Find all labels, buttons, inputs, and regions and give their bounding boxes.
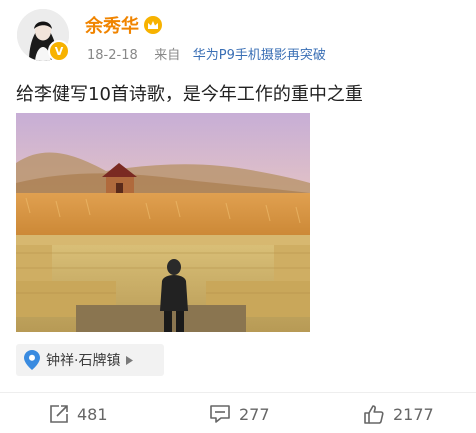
- triangle-right-icon: [126, 355, 134, 365]
- location-label: 钟祥·石牌镇: [46, 353, 121, 369]
- post-text: 给李健写10首诗歌，是今年工作的重中之重: [16, 84, 363, 105]
- like-count: 2177: [393, 404, 434, 424]
- author-name-text[interactable]: 余秀华: [85, 12, 139, 38]
- verified-badge-icon: V: [48, 40, 70, 62]
- post-image[interactable]: [16, 113, 310, 332]
- location-chip[interactable]: 钟祥·石牌镇: [16, 344, 164, 376]
- like-button[interactable]: 2177: [363, 404, 434, 424]
- from-label: 来自: [154, 48, 181, 63]
- post-date: 18-2-18: [87, 48, 138, 63]
- comment-count: 277: [239, 404, 270, 424]
- author-name[interactable]: 余秀华: [85, 12, 162, 38]
- comment-button[interactable]: 277: [209, 404, 270, 424]
- divider: [0, 392, 476, 393]
- share-icon: [50, 405, 68, 423]
- post-meta: 18-2-18 来自 华为P9手机摄影再突破: [87, 44, 326, 63]
- comment-icon: [210, 405, 230, 423]
- thumbs-up-icon: [364, 405, 384, 424]
- vip-crown-icon: [144, 16, 162, 34]
- stage-photo-icon: [16, 113, 310, 332]
- repost-button[interactable]: 481: [49, 404, 108, 424]
- author-avatar[interactable]: V: [17, 9, 70, 62]
- post-source-link[interactable]: 华为P9手机摄影再突破: [193, 48, 326, 63]
- location-pin-icon: [24, 350, 40, 370]
- repost-count: 481: [77, 404, 108, 424]
